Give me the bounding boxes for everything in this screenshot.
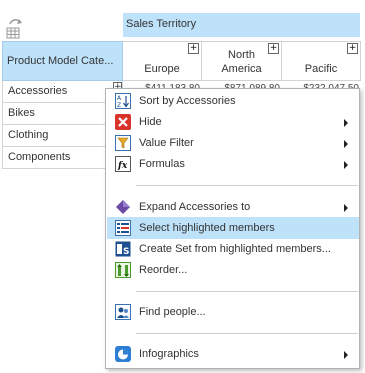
svg-text:fx: fx [117, 161, 128, 171]
find-people-icon [115, 304, 131, 320]
menu-separator [136, 291, 358, 292]
column-label-pacific: Pacific [304, 63, 338, 75]
select-members-icon [115, 220, 131, 236]
submenu-arrow-icon [344, 161, 348, 169]
expand-europe-button[interactable]: + [188, 43, 199, 54]
menu-item-find-people[interactable]: Find people... [107, 301, 359, 323]
menu-label-formulas: Formulas [139, 158, 185, 170]
menu-label-value-filter: Value Filter [139, 137, 194, 149]
svg-text:Z: Z [117, 102, 121, 109]
hide-x-icon [115, 114, 131, 130]
menu-item-select-highlighted[interactable]: Select highlighted members [107, 217, 359, 239]
menu-item-expand-to[interactable]: Expand Accessories to [107, 196, 359, 218]
column-label-europe: Europe [144, 63, 180, 75]
column-label-north-america: North America [221, 49, 262, 75]
row-field-header[interactable]: Product Model Cate... [2, 41, 123, 81]
svg-text:S: S [123, 247, 129, 257]
submenu-arrow-icon [344, 204, 348, 212]
create-set-icon: S [115, 241, 131, 257]
filter-icon [115, 135, 131, 151]
menu-item-create-set[interactable]: S Create Set from highlighted members... [107, 238, 359, 260]
submenu-arrow-icon [344, 351, 348, 359]
context-menu: A Z Sort by Accessories Hide Value Filte… [105, 88, 360, 369]
menu-label-expand-to: Expand Accessories to [139, 201, 251, 213]
submenu-arrow-icon [344, 119, 348, 127]
menu-label-infographics: Infographics [139, 348, 199, 360]
submenu-arrow-icon [344, 140, 348, 148]
menu-item-hide[interactable]: Hide [107, 111, 359, 133]
menu-label-sort: Sort by Accessories [139, 95, 236, 107]
reorder-icon [115, 262, 131, 278]
menu-label-create-set: Create Set from highlighted members... [139, 243, 331, 255]
menu-item-sort[interactable]: A Z Sort by Accessories [107, 90, 359, 112]
menu-label-find-people: Find people... [139, 306, 206, 318]
expand-diamond-icon [115, 199, 131, 215]
menu-item-formulas[interactable]: fx Formulas [107, 153, 359, 175]
menu-separator [136, 185, 358, 186]
column-header-north-america[interactable]: + North America [202, 41, 282, 81]
sort-az-icon: A Z [115, 93, 131, 109]
expand-north-america-button[interactable]: + [268, 43, 279, 54]
column-field-header[interactable]: Sales Territory [123, 13, 360, 37]
infographics-chart-icon [115, 346, 131, 362]
menu-item-infographics[interactable]: Infographics [107, 343, 359, 365]
formula-fx-icon: fx [115, 156, 131, 172]
expand-pacific-button[interactable]: + [347, 43, 358, 54]
menu-item-value-filter[interactable]: Value Filter [107, 132, 359, 154]
menu-label-reorder: Reorder... [139, 264, 188, 276]
menu-label-hide: Hide [139, 116, 162, 128]
menu-item-reorder[interactable]: Reorder... [107, 259, 359, 281]
menu-label-select-highlighted: Select highlighted members [139, 222, 275, 234]
column-header-europe[interactable]: + Europe [123, 41, 202, 81]
column-header-pacific[interactable]: + Pacific [282, 41, 361, 81]
pivot-table-icon[interactable] [4, 17, 24, 39]
menu-separator [136, 333, 358, 334]
